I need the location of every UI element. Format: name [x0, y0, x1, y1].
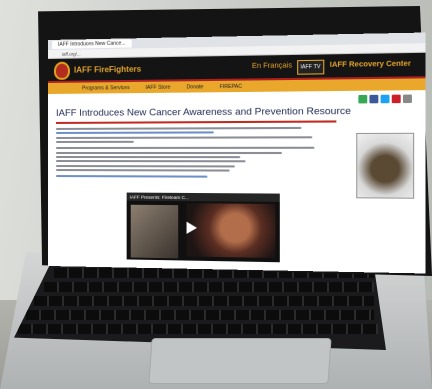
language-link[interactable]: En Français	[252, 62, 292, 70]
firefighter-photo	[356, 132, 415, 199]
facebook-icon[interactable]	[369, 94, 379, 104]
trackpad	[148, 338, 332, 384]
twitter-icon[interactable]	[380, 94, 390, 104]
article-title: IAFF Introduces New Cancer Awareness and…	[55, 105, 351, 119]
email-icon[interactable]	[402, 94, 412, 104]
video-thumbnail-right	[186, 203, 276, 259]
article-body	[55, 126, 323, 178]
iaff-logo-icon[interactable]	[53, 61, 70, 80]
nav-item-store[interactable]: IAFF Store	[145, 85, 170, 91]
nav-item-firepac[interactable]: FIREPAC	[220, 84, 243, 90]
play-icon[interactable]	[186, 221, 197, 235]
share-icon[interactable]	[358, 94, 368, 104]
site-name[interactable]: IAFF FireFighters	[74, 65, 141, 75]
laptop-screen: IAFF Introduces New Cance... iaff.org/..…	[48, 32, 426, 274]
video-player[interactable]: IAFF Presents: Fireteam C...	[126, 192, 280, 263]
article-content: IAFF Introduces New Cancer Awareness and…	[48, 90, 425, 199]
nav-item-programs[interactable]: Programs & Services	[82, 85, 130, 92]
video-thumbnail-left	[130, 204, 179, 259]
browser-tab[interactable]: IAFF Introduces New Cance...	[51, 39, 132, 49]
site-header: IAFF FireFighters En Français IAFF TV IA…	[48, 52, 426, 83]
video-title[interactable]: IAFF Presents: Fireteam C...	[126, 192, 280, 202]
pinterest-icon[interactable]	[391, 94, 401, 104]
nav-item-donate[interactable]: Donate	[186, 84, 203, 90]
keyboard	[14, 262, 386, 350]
share-buttons	[358, 94, 412, 104]
recovery-center-link[interactable]: IAFF Recovery Center	[330, 60, 411, 69]
title-divider	[55, 120, 337, 124]
iaff-tv-button[interactable]: IAFF TV	[297, 59, 324, 75]
